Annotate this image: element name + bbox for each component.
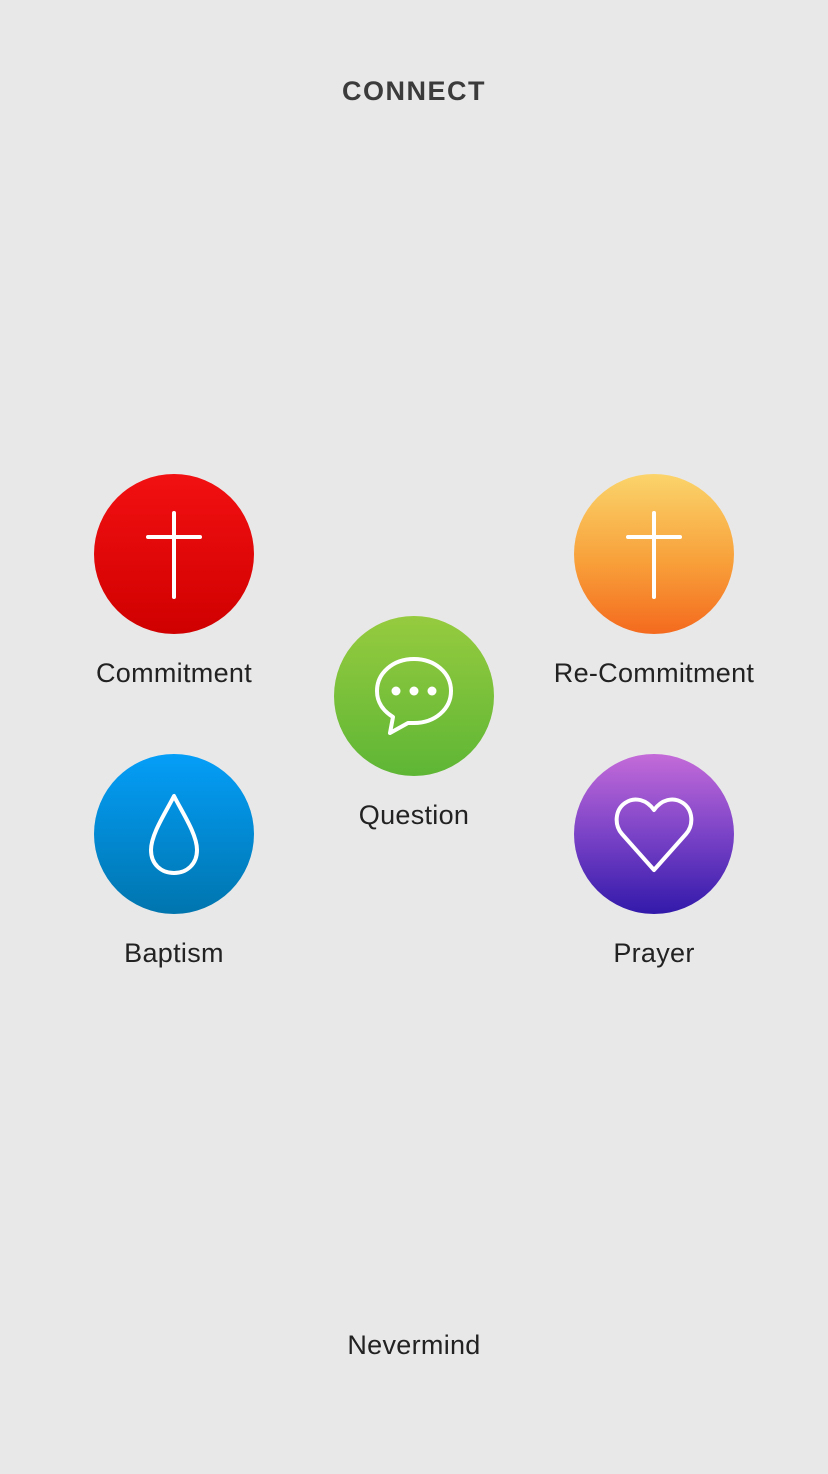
cross-icon <box>626 511 682 599</box>
water-drop-icon <box>149 794 199 875</box>
question-circle[interactable] <box>334 616 494 776</box>
re-commitment-button[interactable]: Re-Commitment <box>534 474 774 689</box>
commitment-button[interactable]: Commitment <box>54 474 294 689</box>
commitment-label: Commitment <box>95 658 253 688</box>
commitment-circle[interactable] <box>94 474 254 634</box>
prayer-circle[interactable] <box>574 754 734 914</box>
baptism-label: Baptism <box>124 938 224 968</box>
prayer-button[interactable]: Prayer <box>534 754 774 969</box>
re-commitment-label: Re-Commitment <box>553 658 755 688</box>
page-title: CONNECT <box>342 76 486 106</box>
cross-icon <box>146 511 202 599</box>
heart-icon <box>614 797 694 872</box>
chat-bubble-icon <box>375 657 453 735</box>
question-button[interactable]: Question <box>294 616 534 831</box>
nevermind-button[interactable]: Nevermind <box>264 1330 564 1361</box>
prayer-label: Prayer <box>613 938 695 968</box>
baptism-circle[interactable] <box>94 754 254 914</box>
baptism-button[interactable]: Baptism <box>54 754 294 969</box>
question-label: Question <box>358 800 470 830</box>
re-commitment-circle[interactable] <box>574 474 734 634</box>
